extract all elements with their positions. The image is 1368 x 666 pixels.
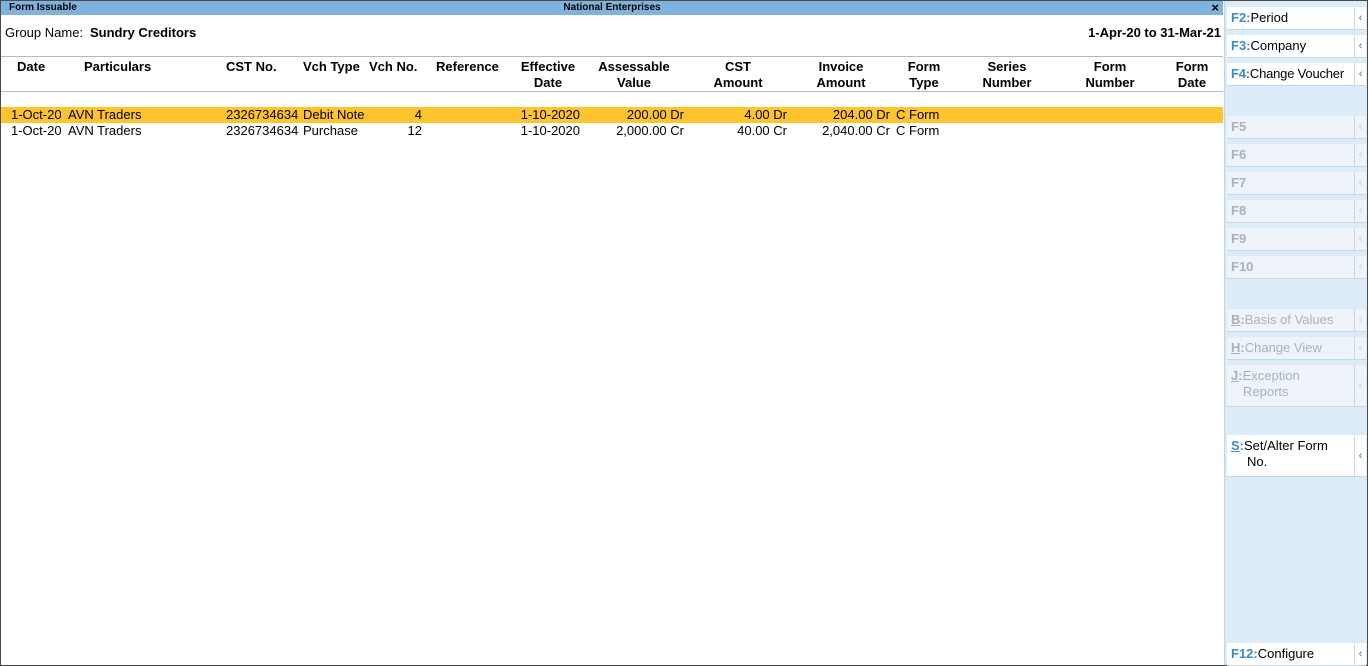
cell-date: 1-Oct-20	[11, 107, 62, 122]
chevron-left-icon: ‹	[1354, 228, 1366, 250]
cell-effective-date: 1-10-2020	[520, 107, 580, 122]
col-effective-date: Effective Date	[520, 59, 576, 90]
f9-button[interactable]: F9 ‹	[1227, 228, 1366, 251]
col-invoice-amount: Invoice Amount	[816, 59, 866, 90]
col-form-date: Form Date	[1175, 59, 1209, 90]
cell-particulars: AVN Traders	[68, 107, 142, 122]
chevron-left-icon: ‹	[1354, 200, 1366, 222]
report-header: Group Name: Sundry Creditors 1-Apr-20 to…	[5, 25, 1221, 41]
chevron-left-icon: ‹	[1354, 63, 1366, 85]
cell-date: 1-Oct-20	[11, 123, 62, 138]
table-row[interactable]: 1-Oct-20 AVN Traders 2326734634 Purchase…	[1, 123, 1223, 139]
cell-form-type: C Form	[896, 107, 940, 122]
cell-invoice-amount: 2,040.00 Cr	[822, 123, 890, 138]
change-view-button[interactable]: H:Change View ‹	[1227, 337, 1366, 360]
chevron-left-icon: ‹	[1354, 643, 1366, 665]
period-button[interactable]: F2:Period ‹	[1227, 7, 1366, 30]
col-assessable-value: Assessable Value	[598, 59, 670, 90]
chevron-left-icon: ‹	[1354, 435, 1366, 476]
f8-button[interactable]: F8 ‹	[1227, 200, 1366, 223]
cell-cst-no: 2326734634	[226, 107, 299, 122]
set-alter-form-no-button[interactable]: S:Set/Alter Form No. ‹	[1227, 435, 1366, 477]
report-title: Form Issuable	[9, 2, 77, 13]
cell-vch-no: 4	[414, 107, 422, 122]
col-form-number: Form Number	[1085, 59, 1135, 90]
chevron-left-icon: ‹	[1354, 7, 1366, 29]
chevron-left-icon: ‹	[1354, 172, 1366, 194]
cell-vch-type: Debit Note	[303, 107, 365, 122]
chevron-left-icon: ‹	[1354, 116, 1366, 138]
button-bar: F2:Period ‹ F3:Company ‹ F4:Change Vouch…	[1224, 1, 1367, 666]
cell-vch-no: 12	[407, 123, 422, 138]
cell-invoice-amount: 204.00 Dr	[832, 107, 890, 122]
cell-assessable-value: 2,000.00 Cr	[616, 123, 684, 138]
col-series-number: Series Number	[982, 59, 1032, 90]
table-row[interactable]: 1-Oct-20 AVN Traders 2326734634 Debit No…	[1, 107, 1223, 123]
chevron-left-icon: ‹	[1354, 256, 1366, 278]
change-voucher-button[interactable]: F4:Change Voucher ‹	[1227, 63, 1366, 86]
f6-button[interactable]: F6 ‹	[1227, 144, 1366, 167]
col-form-type: Form Type	[907, 59, 941, 90]
chevron-left-icon: ‹	[1354, 35, 1366, 57]
company-title: National Enterprises	[563, 2, 661, 13]
cell-particulars: AVN Traders	[68, 123, 142, 138]
f10-button[interactable]: F10 ‹	[1227, 256, 1366, 279]
col-cst-no: CST No.	[226, 59, 277, 74]
period-range[interactable]: 1-Apr-20 to 31-Mar-21	[1088, 25, 1221, 40]
f7-button[interactable]: F7 ‹	[1227, 172, 1366, 195]
col-date: Date	[17, 59, 46, 74]
col-vch-type: Vch Type	[303, 59, 360, 74]
cell-assessable-value: 200.00 Dr	[626, 107, 684, 122]
cell-vch-type: Purchase	[303, 123, 358, 138]
chevron-left-icon: ‹	[1354, 365, 1366, 406]
close-icon[interactable]: ×	[1211, 0, 1219, 15]
col-vch-no: Vch No.	[369, 59, 418, 74]
chevron-left-icon: ‹	[1354, 144, 1366, 166]
group-name-label: Group Name:	[5, 25, 84, 40]
column-divider	[1, 91, 1223, 92]
company-button[interactable]: F3:Company ‹	[1227, 35, 1366, 58]
cell-effective-date: 1-10-2020	[520, 123, 580, 138]
cell-cst-amount: 40.00 Cr	[737, 123, 787, 138]
configure-button[interactable]: F12:Configure ‹	[1227, 643, 1366, 666]
chevron-left-icon: ‹	[1354, 337, 1366, 359]
exception-reports-button[interactable]: J:Exception Reports ‹	[1227, 365, 1366, 407]
cell-cst-no: 2326734634	[226, 123, 299, 138]
col-cst-amount: CST Amount	[713, 59, 763, 90]
cell-form-type: C Form	[896, 123, 940, 138]
f5-button[interactable]: F5 ‹	[1227, 116, 1366, 139]
basis-of-values-button[interactable]: B:Basis of Values ‹	[1227, 309, 1366, 332]
report-window	[0, 0, 1368, 666]
col-particulars: Particulars	[84, 59, 152, 74]
cell-cst-amount: 4.00 Dr	[744, 107, 787, 122]
header-divider	[1, 56, 1223, 57]
chevron-left-icon: ‹	[1354, 309, 1366, 331]
title-bar: National Enterprises Form Issuable ×	[1, 0, 1223, 15]
group-name-value: Sundry Creditors	[90, 25, 197, 40]
col-reference: Reference	[436, 59, 499, 74]
